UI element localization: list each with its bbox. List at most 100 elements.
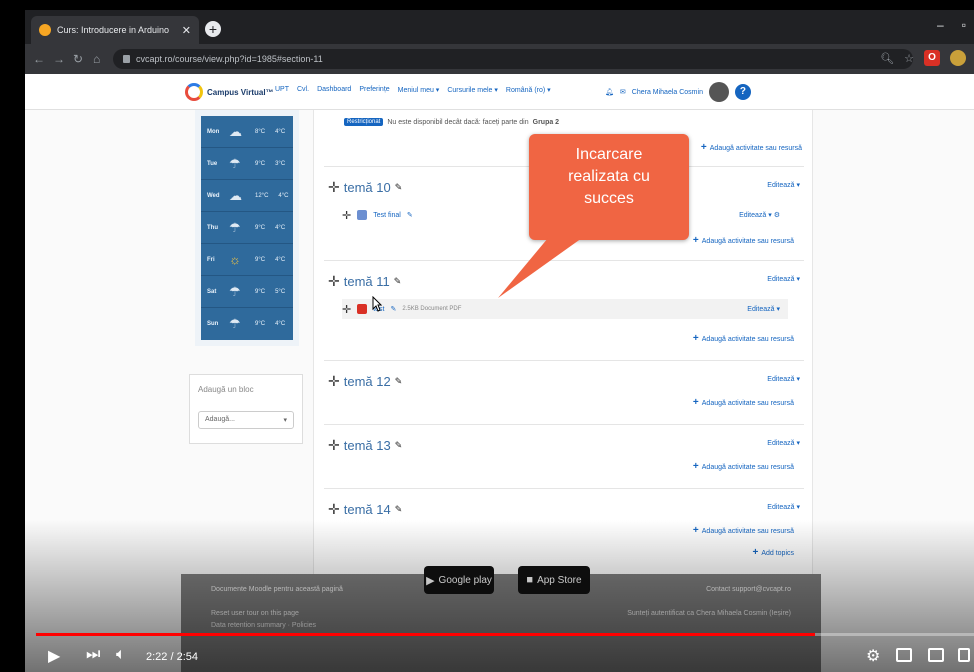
edit-pencil-icon[interactable]: ✎	[407, 211, 413, 219]
callout-line: succes	[584, 190, 634, 207]
edit-pencil-icon[interactable]: ✎	[395, 440, 403, 451]
profile-avatar[interactable]	[950, 50, 966, 66]
address-bar[interactable]: cvcapt.ro/course/view.php?id=1985#sectio…	[113, 49, 913, 69]
nav-item-language[interactable]: Română (ro) ▾	[506, 86, 551, 94]
lock-icon	[123, 55, 130, 63]
callout-line: realizata cu	[568, 168, 650, 185]
add-activity-link[interactable]: + Adaugă activitate sau resursă	[693, 461, 794, 472]
weather-low: 4°C	[275, 128, 286, 135]
maximize-icon[interactable]: ▫	[962, 18, 966, 32]
weather-low: 4°C	[275, 321, 286, 327]
activity-edit-menu[interactable]: Editează ▾	[747, 305, 780, 313]
edit-pencil-icon[interactable]: ✎	[391, 305, 397, 313]
move-icon[interactable]: ✛	[328, 273, 340, 290]
restriction-notice: Restricționat Nu este disponibil decât d…	[344, 118, 559, 126]
google-play-label: Google play	[438, 574, 492, 586]
activity-edit-menu[interactable]: Editează ▾ ⚙	[739, 211, 780, 219]
add-activity-link[interactable]: + Adaugă activitate sau resursă	[693, 235, 794, 246]
new-tab-button[interactable]: +	[205, 21, 221, 37]
edit-menu[interactable]: Editează ▾	[767, 181, 800, 189]
notifications-icon[interactable]: 🔔︎	[605, 88, 614, 96]
weather-low: 4°C	[278, 192, 289, 199]
apple-icon: ■	[526, 574, 534, 586]
window-controls: – ▫	[937, 18, 966, 32]
move-icon[interactable]: ✛	[342, 209, 351, 222]
topic-title[interactable]: temă 13	[344, 438, 391, 453]
add-activity-link[interactable]: + Adaugă activitate sau resursă	[693, 525, 794, 536]
reset-tour-link[interactable]: Reset user tour on this page	[211, 610, 299, 617]
home-icon[interactable]: ⌂	[93, 52, 100, 66]
weather-high: 9°C	[255, 321, 266, 327]
topic-title[interactable]: temă 10	[344, 180, 391, 195]
move-icon[interactable]: ✛	[328, 501, 340, 518]
theater-mode-icon[interactable]	[928, 648, 944, 662]
star-icon[interactable]: ☆	[904, 52, 914, 65]
app-store-badge[interactable]: ■ App Store	[518, 566, 590, 594]
topic-header: ✛ temă 10 ✎	[328, 179, 402, 196]
reload-icon[interactable]: ↻	[73, 52, 83, 66]
weather-row: Thu ☂ 9°C 4°C	[201, 212, 293, 244]
activity-row[interactable]: ✛ test ✎ 2.5KB Document PDF Editează ▾	[342, 299, 788, 319]
nav-item-preferences[interactable]: Preferințe	[359, 86, 389, 94]
volume-icon[interactable]: 🔈︎	[116, 646, 126, 664]
move-icon[interactable]: ✛	[342, 303, 351, 316]
extension-icon[interactable]: O	[924, 50, 940, 66]
moodle-docs-link[interactable]: Documente Moodle pentru această pagină	[211, 586, 343, 593]
messages-icon[interactable]: ✉	[620, 88, 626, 96]
quiz-icon	[357, 210, 368, 220]
topic-title[interactable]: temă 11	[344, 274, 390, 289]
nav-menu: UPT Cvl. Dashboard Preferințe Meniul meu…	[275, 86, 551, 94]
site-logo[interactable]: Campus Virtual™	[185, 83, 274, 101]
play-icon[interactable]: ▶	[48, 646, 60, 666]
topic-title[interactable]: temă 14	[344, 502, 391, 517]
nav-item-dashboard[interactable]: Dashboard	[317, 86, 351, 94]
edit-pencil-icon[interactable]: ✎	[395, 504, 403, 515]
video-progress-bar[interactable]	[36, 633, 974, 636]
edit-pencil-icon[interactable]: ✎	[395, 182, 403, 193]
topic-header: ✛ temă 14 ✎	[328, 501, 402, 518]
close-tab-icon[interactable]: ✕	[182, 24, 191, 37]
forward-icon[interactable]: →	[53, 52, 65, 66]
topic-header: ✛ temă 11 ✎	[328, 273, 401, 290]
logged-in-text: Sunteți autentificat ca Chera Mihaela Co…	[627, 610, 791, 617]
add-activity-link[interactable]: + Adaugă activitate sau resursă	[693, 397, 794, 408]
edit-menu[interactable]: Editează ▾	[767, 503, 800, 511]
minimize-icon[interactable]: –	[937, 18, 944, 32]
miniplayer-icon[interactable]	[896, 648, 912, 662]
add-activity-link[interactable]: + Adaugă activitate sau resursă	[701, 142, 802, 153]
user-avatar[interactable]	[708, 82, 729, 102]
edit-menu[interactable]: Editează ▾	[767, 439, 800, 447]
edit-menu[interactable]: Editează ▾	[767, 275, 800, 283]
move-icon[interactable]: ✛	[328, 437, 340, 454]
topic-title[interactable]: temă 12	[344, 374, 391, 389]
activity-name[interactable]: Test final	[373, 212, 401, 219]
next-icon[interactable]: ⏭	[86, 646, 100, 664]
contact-link[interactable]: Contact support@cvcapt.ro	[706, 586, 791, 593]
favicon-icon	[39, 24, 51, 36]
help-icon[interactable]: ?	[734, 84, 751, 100]
user-menu[interactable]: 🔔︎ ✉ Chera Mihaela Cosmin ?	[605, 82, 751, 102]
add-topics-link[interactable]: + Add topics	[752, 547, 794, 558]
nav-item-upt[interactable]: UPT	[275, 86, 289, 94]
add-activity-link[interactable]: + Adaugă activitate sau resursă	[693, 333, 794, 344]
data-retention-link[interactable]: Data retention summary · Policies	[211, 622, 316, 629]
plus-icon: +	[692, 397, 699, 408]
nav-item-my-menu[interactable]: Meniul meu ▾	[398, 86, 440, 94]
move-icon[interactable]: ✛	[328, 373, 340, 390]
nav-item-my-courses[interactable]: Cursurile mele ▾	[447, 86, 498, 94]
edit-pencil-icon[interactable]: ✎	[394, 276, 402, 287]
play-store-icon: ▶	[426, 574, 435, 587]
move-icon[interactable]: ✛	[328, 179, 340, 196]
fullscreen-icon[interactable]	[958, 648, 970, 662]
nav-item-cvl[interactable]: Cvl.	[297, 86, 309, 94]
google-play-badge[interactable]: ▶ Google play	[424, 566, 494, 594]
weather-row: Mon ☁ 8°C 4°C	[201, 116, 293, 148]
edit-menu[interactable]: Editează ▾	[767, 375, 800, 383]
browser-tab[interactable]: Curs: Introducere in Arduino ✕	[31, 16, 199, 44]
settings-gear-icon[interactable]: ⚙	[866, 646, 880, 666]
restricted-badge: Restricționat	[344, 118, 384, 126]
back-icon[interactable]: ←	[33, 52, 45, 66]
edit-pencil-icon[interactable]: ✎	[395, 376, 403, 387]
add-block-select[interactable]: Adaugă... ▾	[198, 411, 294, 429]
zoom-icon[interactable]: 🔍︎	[880, 52, 894, 65]
